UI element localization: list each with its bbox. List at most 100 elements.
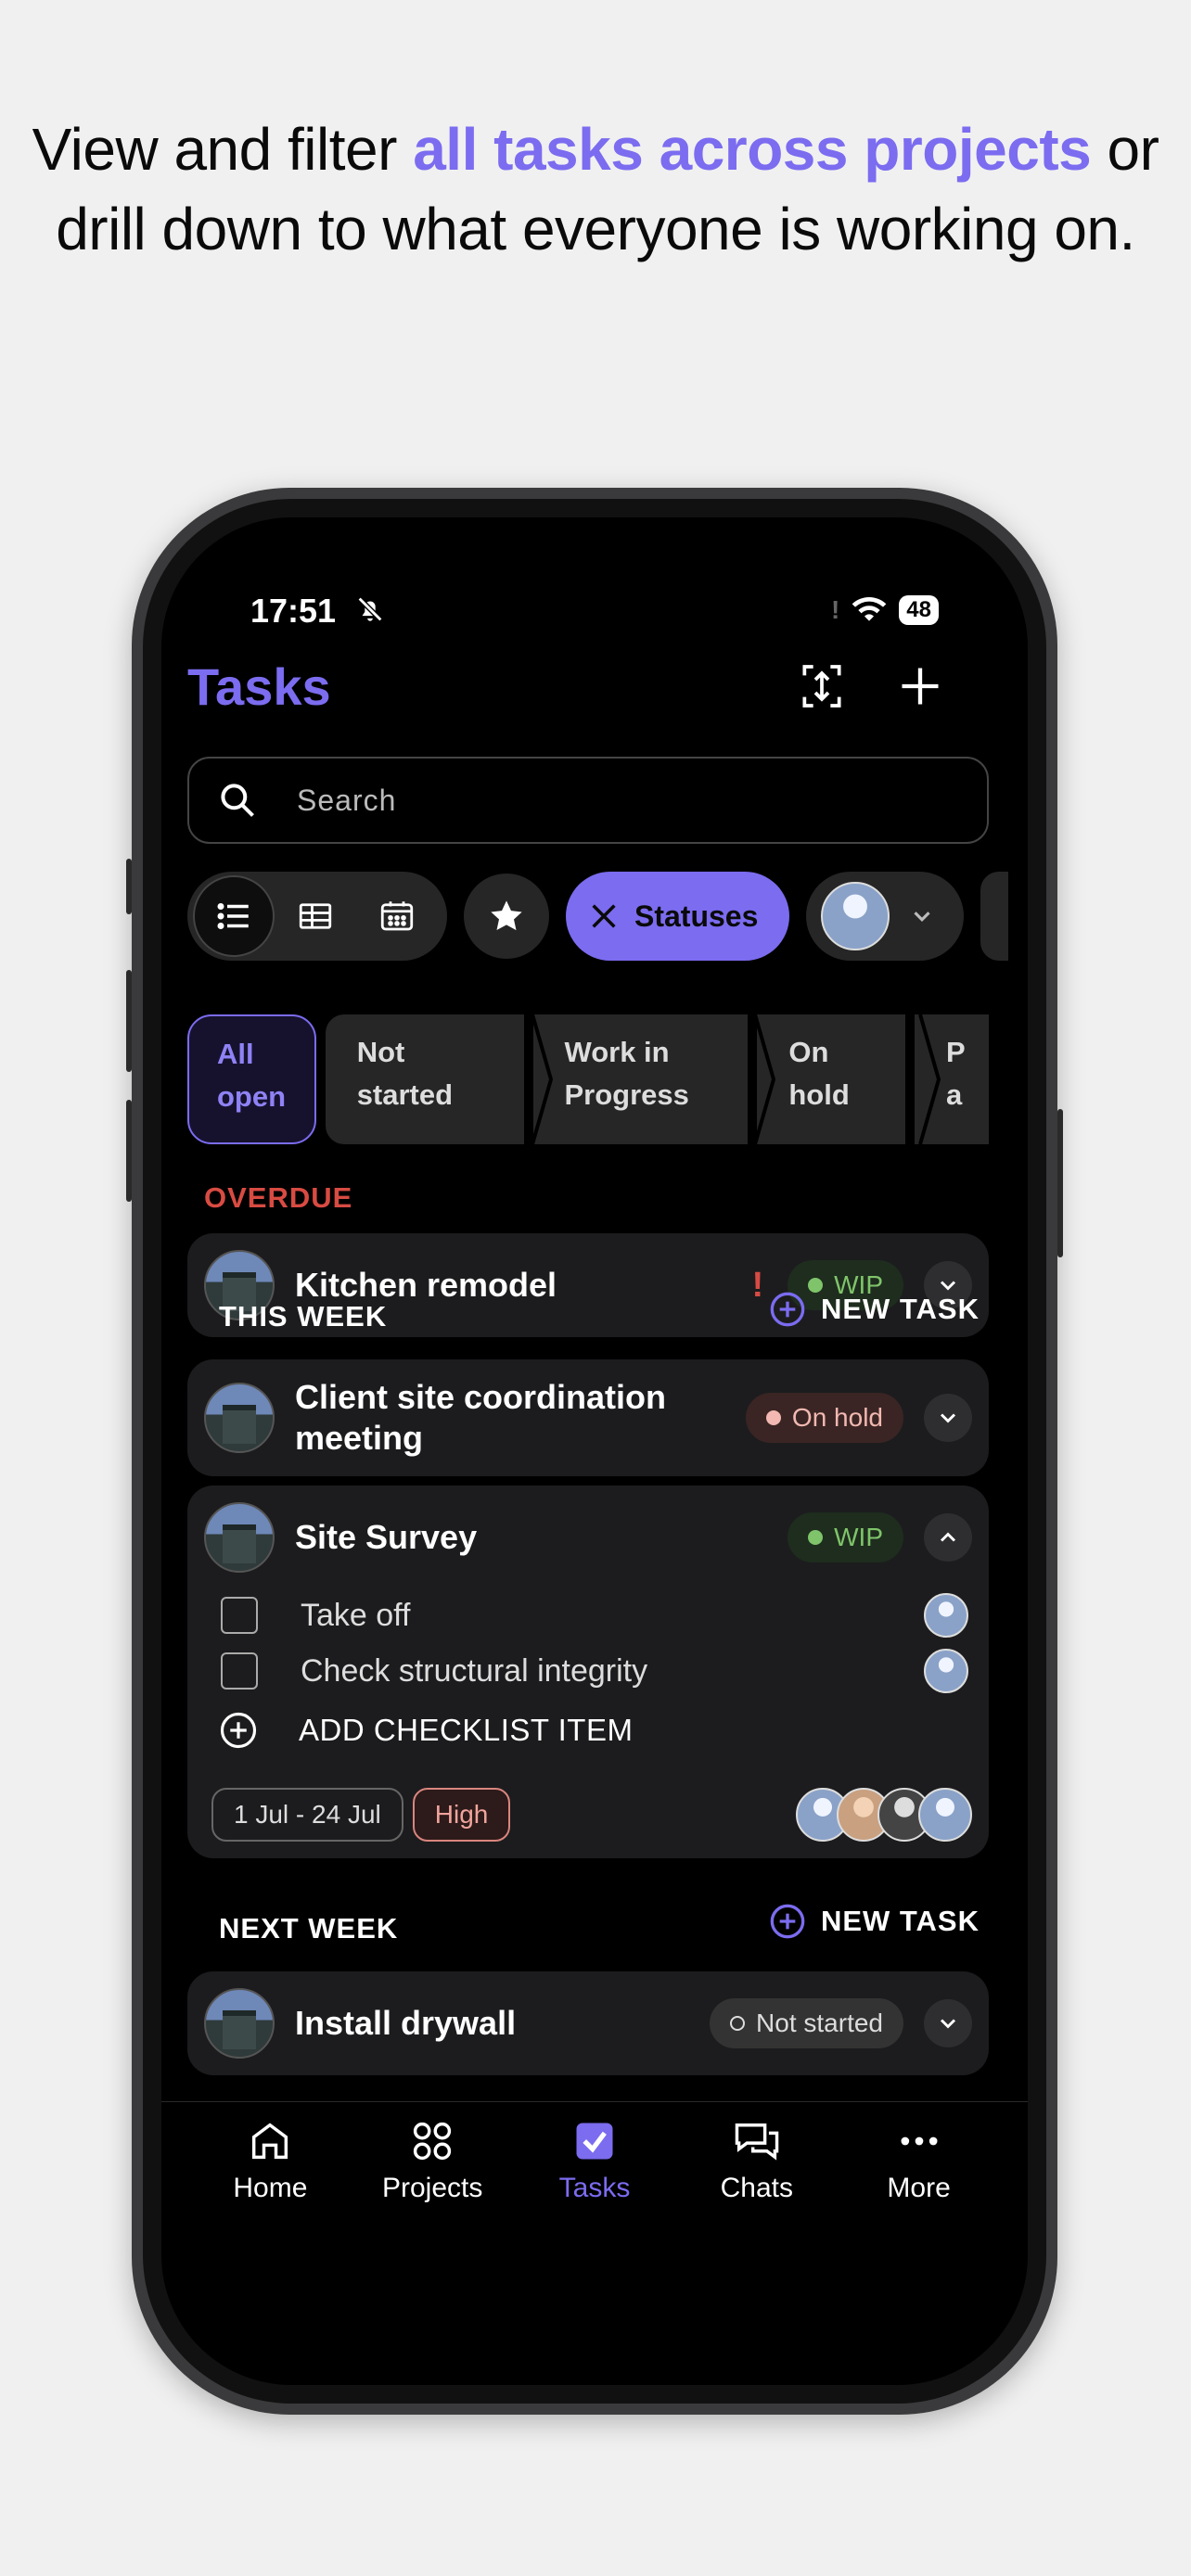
tab-on-hold[interactable]: On hold <box>757 1014 906 1144</box>
avatar <box>918 1788 972 1842</box>
tab-label: Progress <box>564 1078 689 1111</box>
search-placeholder: Search <box>297 783 397 817</box>
close-icon[interactable] <box>588 900 620 932</box>
checkbox[interactable] <box>221 1652 258 1690</box>
add-circle-icon <box>770 1904 805 1939</box>
list-view-button[interactable] <box>193 875 275 957</box>
add-circle-icon <box>770 1292 805 1327</box>
statuses-label: Statuses <box>634 899 759 933</box>
status-label: Not started <box>756 2009 883 2037</box>
checkbox-icon <box>576 2123 613 2160</box>
checklist-label: Take off <box>301 1597 411 1633</box>
calendar-view-button[interactable] <box>356 875 438 957</box>
favorites-filter-button[interactable] <box>464 874 549 959</box>
expand-arrows-icon <box>802 665 841 708</box>
bottom-nav: Home Projects Tasks Chats More <box>161 2101 1028 2231</box>
more-dots-icon <box>901 2136 938 2146</box>
add-circle-icon <box>220 1712 257 1749</box>
home-icon <box>252 2123 288 2160</box>
add-checklist-item-button[interactable]: ADD CHECKLIST ITEM <box>204 1708 972 1753</box>
task-title: Client site coordination meeting <box>295 1377 746 1459</box>
add-checklist-label: ADD CHECKLIST ITEM <box>299 1713 634 1747</box>
collapse-button[interactable] <box>924 1513 972 1562</box>
chevron-up-icon <box>940 1532 956 1542</box>
task-title: Install drywall <box>295 2004 517 2042</box>
signal-icon: ! <box>830 595 840 624</box>
switch-view-button[interactable] <box>792 657 852 716</box>
project-avatar <box>204 1502 275 1573</box>
nav-home[interactable]: Home <box>189 2102 352 2231</box>
overdue-flag-icon: ! <box>751 1265 764 1305</box>
headline-part1: View and filter <box>32 116 414 183</box>
nav-projects[interactable]: Projects <box>352 2102 514 2231</box>
nav-label: Home <box>233 2173 308 2203</box>
headline-accent: all tasks across projects <box>413 116 1092 183</box>
expand-button[interactable] <box>924 1394 972 1442</box>
project-avatar <box>204 1383 275 1453</box>
tab-not-started[interactable]: Not started <box>325 1014 524 1144</box>
projects-grid-icon <box>414 2122 452 2161</box>
tab-work-in-progress[interactable]: Work in Progress <box>532 1014 749 1144</box>
status-badge[interactable]: On hold <box>745 1393 903 1443</box>
star-icon <box>491 900 522 931</box>
list-icon <box>217 903 249 929</box>
table-icon <box>299 903 332 929</box>
status-badge[interactable]: WIP <box>788 1512 903 1562</box>
assignee-filter-chip[interactable] <box>806 872 965 961</box>
battery-indicator: 48 <box>899 595 939 625</box>
statuses-filter-chip[interactable]: Statuses <box>566 872 790 961</box>
search-icon <box>221 784 254 817</box>
table-view-button[interactable] <box>275 875 356 957</box>
silent-bell-icon <box>354 593 386 625</box>
more-filters-chip[interactable] <box>980 872 1009 961</box>
status-tabs: All open Not started Work in Progress On… <box>187 1014 989 1144</box>
tab-label: Work in <box>564 1036 670 1068</box>
tab-label: On <box>788 1036 829 1068</box>
checklist-item[interactable]: Take off <box>204 1593 972 1638</box>
plus-icon <box>902 668 939 705</box>
app-screen: 17:51 ! 48 Tasks Search Statuses All ope… <box>161 517 1028 2385</box>
date-range-chip[interactable]: 1 Jul - 24 Jul <box>211 1788 403 1842</box>
nav-label: Tasks <box>558 2173 631 2203</box>
new-task-label: NEW TASK <box>820 1905 980 1937</box>
view-switcher <box>187 872 447 961</box>
chevron-down-icon <box>940 2019 956 2029</box>
tab-all-open[interactable]: All open <box>187 1014 316 1144</box>
tab-label: open <box>217 1080 287 1113</box>
nav-label: Projects <box>382 2173 483 2203</box>
project-avatar <box>204 1988 275 2059</box>
checklist-item[interactable]: Check structural integrity <box>204 1649 972 1693</box>
add-task-button[interactable] <box>890 657 950 716</box>
nav-label: Chats <box>720 2173 793 2203</box>
search-input[interactable]: Search <box>187 757 989 844</box>
new-task-button-this-week[interactable]: NEW TASK <box>769 1291 980 1328</box>
tab-label: started <box>356 1078 454 1111</box>
task-title: Site Survey <box>295 1518 478 1556</box>
status-dot <box>808 1530 824 1545</box>
task-card-drywall[interactable]: Install drywall Not started <box>187 1971 989 2075</box>
task-card-site-survey[interactable]: Site Survey WIP Take off Check structura… <box>187 1486 989 1858</box>
nav-label: More <box>887 2173 951 2203</box>
assignee-avatars[interactable] <box>796 1788 972 1842</box>
filter-toolbar: Statuses <box>187 872 1009 961</box>
avatar <box>924 1649 968 1693</box>
phone-frame: 17:51 ! 48 Tasks Search Statuses All ope… <box>126 488 1063 2415</box>
calendar-icon <box>380 901 414 931</box>
checkbox[interactable] <box>221 1597 258 1634</box>
priority-chip[interactable]: High <box>412 1788 511 1842</box>
tab-label: a <box>946 1078 963 1111</box>
avatar <box>924 1593 968 1638</box>
section-overdue: OVERDUE <box>204 1181 353 1214</box>
nav-chats[interactable]: Chats <box>675 2102 838 2231</box>
nav-tasks[interactable]: Tasks <box>514 2102 676 2231</box>
expand-button[interactable] <box>924 1999 972 2047</box>
status-label: WIP <box>834 1523 883 1551</box>
status-indicators: ! 48 <box>831 595 939 625</box>
task-title-line: meeting <box>295 1419 424 1457</box>
tab-divider <box>753 1014 775 1144</box>
chat-bubbles-icon <box>735 2123 779 2161</box>
new-task-button-next-week[interactable]: NEW TASK <box>769 1903 980 1940</box>
nav-more[interactable]: More <box>838 2102 1000 2231</box>
status-badge[interactable]: Not started <box>710 1998 903 2048</box>
task-card-client-meeting[interactable]: Client site coordination meeting On hold <box>187 1359 989 1476</box>
